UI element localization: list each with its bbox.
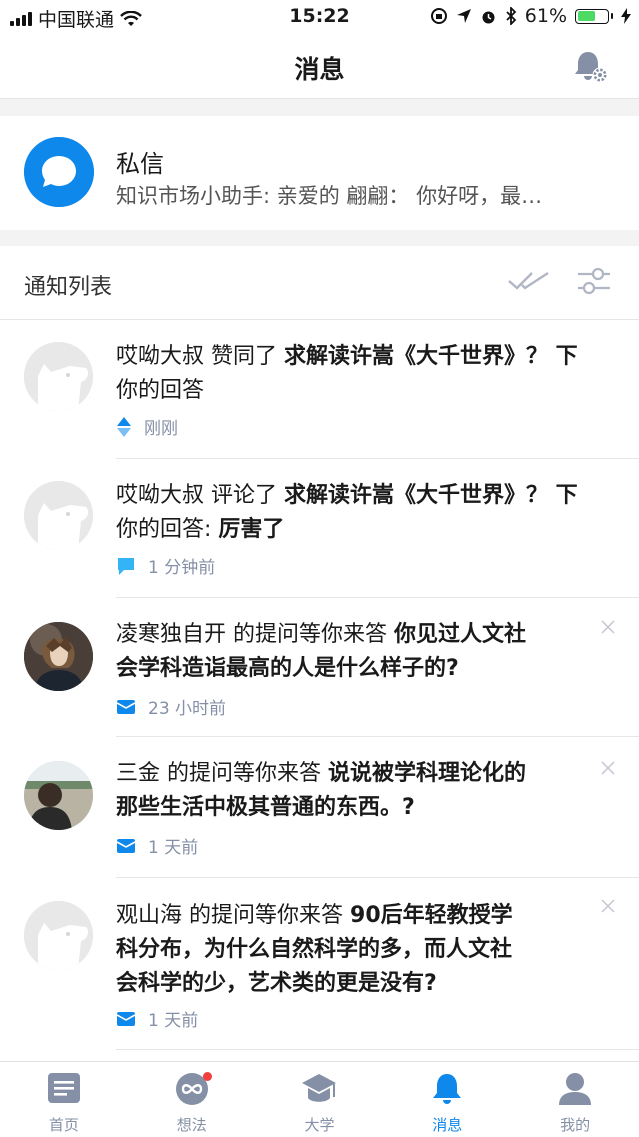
tab-label: 首页 bbox=[48, 1116, 79, 1134]
notification-meta: 1 天前 bbox=[116, 833, 198, 858]
tab-label: 我的 bbox=[560, 1116, 591, 1134]
notification-time: 1 分钟前 bbox=[148, 558, 216, 578]
profile-icon bbox=[559, 1073, 592, 1105]
bell-icon bbox=[433, 1074, 462, 1104]
actor-name[interactable]: 哎呦大叔 bbox=[116, 344, 204, 369]
question-title-continued[interactable]: 那些生活中极其普通的东西。? bbox=[116, 795, 415, 820]
actor-name[interactable]: 三金 bbox=[116, 761, 160, 786]
new-badge-dot bbox=[202, 1072, 212, 1081]
bluetooth-icon bbox=[506, 7, 517, 25]
default-avatar-icon[interactable] bbox=[24, 481, 93, 550]
notification-text: 三金 的提问等你来答 说说被学科理论化的 那些生活中极其普通的东西。? bbox=[116, 757, 608, 825]
notification-text: 凌寒独自开 的提问等你来答 你见过人文社 会学科造诣最高的人是什么样子的? bbox=[116, 618, 608, 686]
notification-meta: 1 分钟前 bbox=[116, 553, 215, 578]
chat-bubble-icon bbox=[24, 137, 94, 207]
user-avatar[interactable] bbox=[24, 622, 93, 691]
envelope-icon bbox=[116, 699, 136, 714]
notification-list-header: 通知列表 bbox=[0, 246, 639, 320]
tab-home[interactable]: 首页 bbox=[0, 1062, 128, 1137]
actor-name[interactable]: 凌寒独自开 bbox=[116, 622, 226, 647]
notification-item[interactable]: 观山海 的提问等你来答 90后年轻教授学 科分布，为什么自然科学的多，而人文社 … bbox=[0, 878, 639, 1050]
university-icon bbox=[302, 1074, 337, 1102]
notification-item[interactable]: 凌寒独自开 的提问等你来答 你见过人文社 会学科造诣最高的人是什么样子的? 23… bbox=[0, 598, 639, 737]
nav-bar: 消息 bbox=[0, 34, 639, 99]
tab-label: 消息 bbox=[432, 1116, 463, 1134]
tab-label: 大学 bbox=[304, 1116, 335, 1134]
notification-text: 哎呦大叔 赞同了 求解读许嵩《大千世界》？ 下 你的回答 bbox=[116, 340, 608, 408]
charging-icon bbox=[621, 8, 631, 24]
notification-item[interactable]: 哎呦大叔 赞同了 求解读许嵩《大千世界》？ 下 你的回答 刚刚 bbox=[0, 320, 639, 459]
user-avatar[interactable] bbox=[24, 761, 93, 830]
orientation-lock-icon bbox=[430, 8, 447, 24]
notification-target: 你的回答 bbox=[116, 378, 205, 403]
tab-label: 想法 bbox=[176, 1116, 207, 1134]
notification-action: 的提问等你来答 bbox=[182, 903, 351, 928]
envelope-icon bbox=[116, 1011, 136, 1026]
notification-settings-icon[interactable] bbox=[571, 46, 611, 86]
section-gap bbox=[0, 99, 639, 116]
notification-action: 赞同了 bbox=[204, 344, 285, 369]
envelope-icon bbox=[116, 838, 136, 853]
comment-icon bbox=[118, 557, 134, 575]
default-avatar-icon[interactable] bbox=[24, 342, 93, 411]
section-gap bbox=[0, 230, 639, 246]
private-messages-preview: 知识市场小助手: 亲爱的 翩翩： 你好呀，最… bbox=[116, 184, 543, 208]
notification-action: 的提问等你来答 bbox=[226, 622, 395, 647]
notification-item[interactable]: 哎呦大叔 评论了 求解读许嵩《大千世界》？ 下 你的回答: 厉害了 1 分钟前 bbox=[0, 459, 639, 598]
question-title[interactable]: 你见过人文社 bbox=[394, 622, 526, 647]
private-messages-title: 私信 bbox=[116, 150, 164, 178]
notification-meta: 刚刚 bbox=[116, 414, 178, 439]
tab-messages[interactable]: 消息 bbox=[383, 1062, 511, 1137]
battery-icon bbox=[575, 8, 613, 24]
filter-settings-icon[interactable] bbox=[576, 264, 612, 298]
location-icon bbox=[456, 9, 471, 23]
divider bbox=[116, 1049, 639, 1050]
default-avatar-icon[interactable] bbox=[24, 901, 93, 970]
alarm-icon bbox=[482, 11, 495, 23]
question-title[interactable]: 求解读许嵩《大千世界》？ 下 bbox=[284, 483, 578, 508]
notification-text: 观山海 的提问等你来答 90后年轻教授学 科分布，为什么自然科学的多，而人文社 … bbox=[116, 899, 608, 1001]
actor-name[interactable]: 观山海 bbox=[116, 903, 182, 928]
question-title-continued[interactable]: 会科学的少，艺术类的更是没有? bbox=[116, 971, 437, 996]
tab-bar: 首页 想法 大学 消息 我的 bbox=[0, 1061, 639, 1137]
question-title[interactable]: 90后年轻教授学 bbox=[350, 903, 513, 928]
notification-item[interactable]: 三金 的提问等你来答 说说被学科理论化的 那些生活中极其普通的东西。? 1 天前 bbox=[0, 737, 639, 878]
status-bar: 中国联通 15:22 61% bbox=[0, 0, 639, 34]
question-title-continued[interactable]: 科分布，为什么自然科学的多，而人文社 bbox=[116, 937, 512, 962]
question-title-continued[interactable]: 会学科造诣最高的人是什么样子的? bbox=[116, 656, 459, 681]
notification-action: 的提问等你来答 bbox=[160, 761, 329, 786]
tab-profile[interactable]: 我的 bbox=[511, 1062, 639, 1137]
notification-target: 你的回答: bbox=[116, 517, 219, 542]
notification-time: 1 天前 bbox=[148, 838, 199, 858]
notification-time: 23 小时前 bbox=[148, 699, 227, 719]
page-title: 消息 bbox=[294, 55, 345, 84]
notification-meta: 23 小时前 bbox=[116, 694, 226, 719]
question-title[interactable]: 求解读许嵩《大千世界》？ 下 bbox=[284, 344, 578, 369]
notification-list-title: 通知列表 bbox=[24, 275, 113, 300]
private-messages-row[interactable]: 私信 知识市场小助手: 亲爱的 翩翩： 你好呀，最… bbox=[0, 116, 639, 230]
battery-percent: 61% bbox=[524, 5, 567, 27]
vote-up-icon bbox=[117, 416, 131, 437]
comment-content: 厉害了 bbox=[218, 517, 285, 542]
notification-action: 评论了 bbox=[204, 483, 285, 508]
mark-all-read-icon[interactable] bbox=[506, 266, 550, 296]
notification-text: 哎呦大叔 评论了 求解读许嵩《大千世界》？ 下 你的回答: 厉害了 bbox=[116, 479, 608, 547]
tab-university[interactable]: 大学 bbox=[256, 1062, 384, 1137]
close-icon[interactable] bbox=[601, 899, 615, 913]
close-icon[interactable] bbox=[601, 761, 615, 775]
notification-meta: 1 天前 bbox=[116, 1006, 198, 1031]
tab-ideas[interactable]: 想法 bbox=[128, 1062, 256, 1137]
close-icon[interactable] bbox=[601, 620, 615, 634]
notification-time: 1 天前 bbox=[148, 1011, 199, 1031]
question-title[interactable]: 说说被学科理论化的 bbox=[328, 761, 526, 786]
home-icon bbox=[47, 1073, 80, 1103]
notification-time: 刚刚 bbox=[144, 419, 178, 439]
actor-name[interactable]: 哎呦大叔 bbox=[116, 483, 204, 508]
